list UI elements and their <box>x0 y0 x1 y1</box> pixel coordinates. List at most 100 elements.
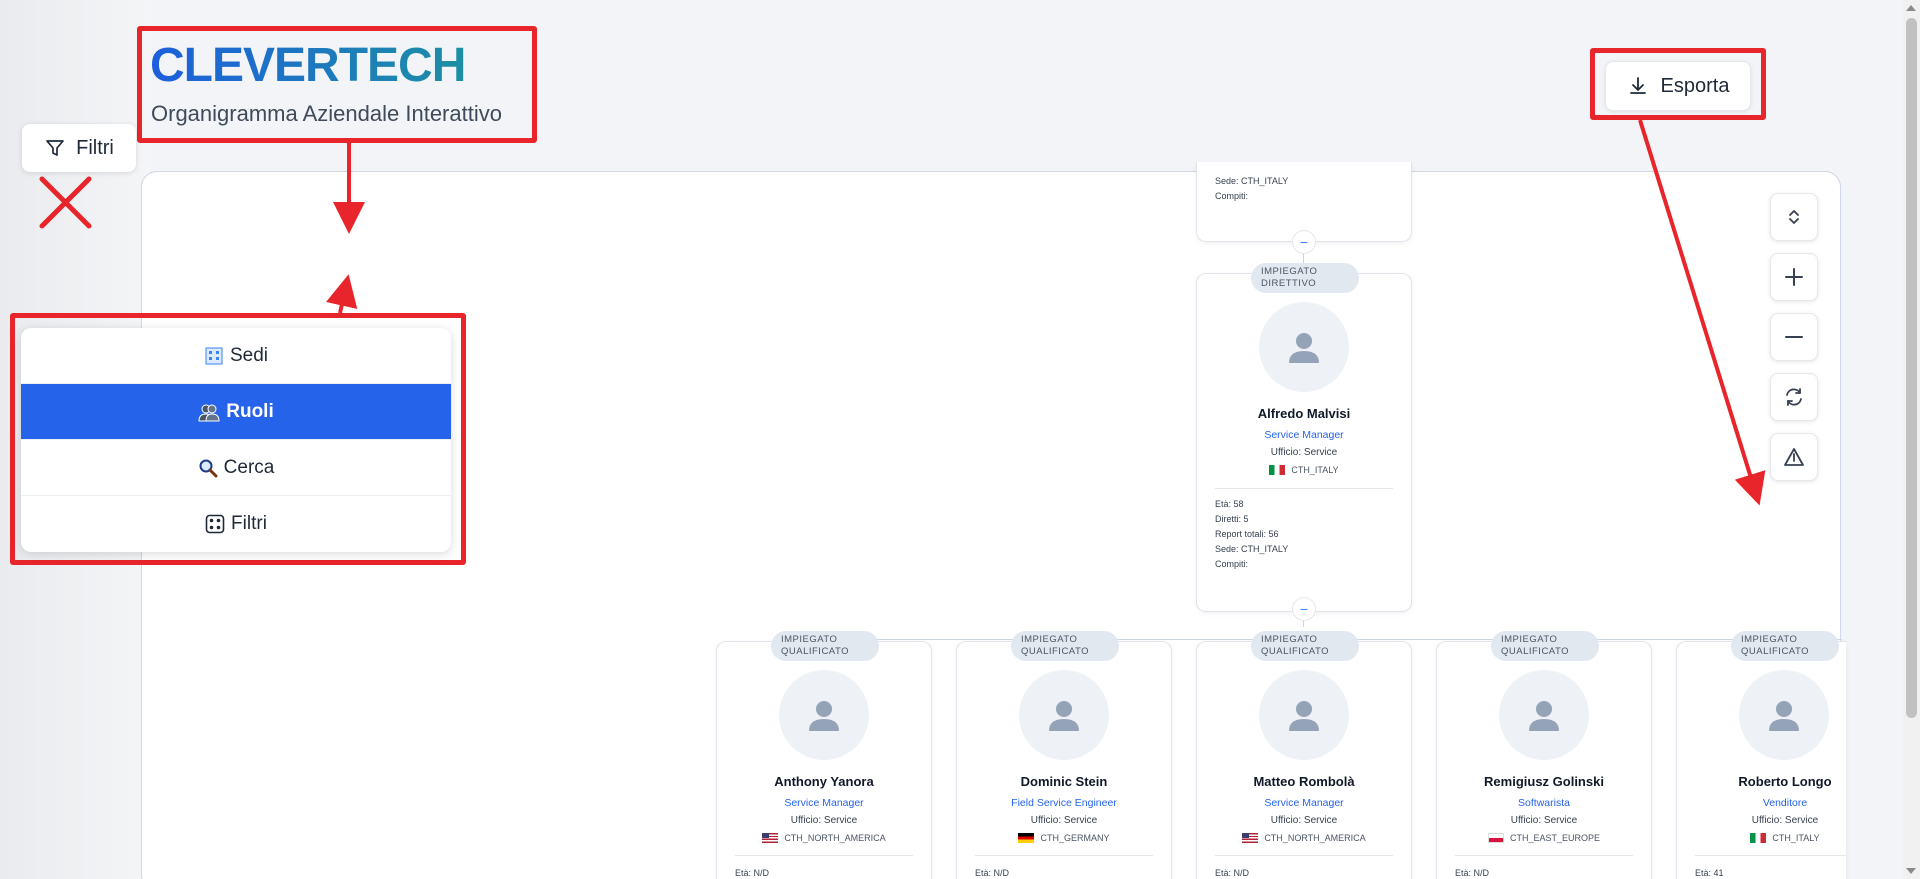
card-divider <box>975 855 1153 856</box>
person-site-label: CTH_NORTH_AMERICA <box>1264 833 1366 843</box>
collapse-toggle-top[interactable]: − <box>1292 230 1316 254</box>
germany-flag-icon <box>1018 833 1035 843</box>
filters-button-label: Filtri <box>76 136 114 159</box>
view-mode-menu: Sedi Ruoli Cerca Filtri <box>21 328 451 552</box>
person-office: Ufficio: Service <box>1751 815 1819 826</box>
orientation-button[interactable] <box>1770 433 1818 481</box>
partial-compiti: Compiti: <box>1215 191 1249 201</box>
detail-age: Età: N/D <box>1455 868 1490 878</box>
partial-sede-label: Sede: <box>1215 176 1239 186</box>
level-badge: IMPIEGATO QUALIFICATO <box>1011 631 1119 661</box>
magnifier-icon <box>199 459 218 477</box>
person-office: Ufficio: Service <box>1030 815 1098 826</box>
scrollbar-thumb[interactable] <box>1906 18 1917 718</box>
person-site: CTH_ITALY <box>1197 465 1411 475</box>
poland-flag-icon <box>1487 833 1504 843</box>
warning-icon <box>1784 448 1804 466</box>
card-divider <box>1215 855 1393 856</box>
avatar-placeholder-icon <box>1259 670 1349 760</box>
menu-item-label: Cerca <box>223 456 275 478</box>
italy-flag-icon <box>1269 465 1286 475</box>
person-details: Età: N/D <box>1455 866 1489 879</box>
person-card-employee[interactable]: IMPIEGATO QUALIFICATO Anthony Yanora Ser… <box>716 631 932 879</box>
menu-item-cerca[interactable]: Cerca <box>21 440 451 496</box>
level-badge: IMPIEGATO QUALIFICATO <box>1251 631 1359 661</box>
zoom-in-button[interactable] <box>1770 253 1818 301</box>
avatar-placeholder-icon <box>1499 670 1589 760</box>
avatar-placeholder-icon <box>1259 302 1349 392</box>
person-card-manager[interactable]: IMPIEGATO DIRETTIVO Alfredo Malvisi Serv… <box>1196 263 1412 612</box>
zoom-out-icon <box>1785 336 1803 338</box>
detail-sede: Sede: CTH_ITALY <box>1215 544 1289 554</box>
person-details: Età: 58 Diretti: 5 Report totali: 56 Sed… <box>1215 497 1288 572</box>
person-name: Alfredo Malvisi <box>1257 406 1351 421</box>
zoom-out-button[interactable] <box>1770 313 1818 361</box>
people-icon <box>198 404 220 421</box>
funnel-icon <box>46 140 64 156</box>
export-button[interactable]: Esporta <box>1605 61 1751 111</box>
us-flag-icon <box>762 833 779 843</box>
us-flag-icon <box>1242 833 1259 843</box>
person-office: Ufficio: Service <box>1270 815 1338 826</box>
scroll-up-icon[interactable] <box>1906 5 1916 11</box>
brand-logo: CLEVERTECH <box>150 39 466 92</box>
person-site: CTH_NORTH_AMERICA <box>717 833 931 843</box>
menu-item-label: Filtri <box>231 513 267 534</box>
dice-icon <box>205 514 225 534</box>
person-office: Ufficio: Service <box>790 815 858 826</box>
building-icon <box>205 347 223 364</box>
person-site: CTH_GERMANY <box>957 833 1171 843</box>
person-name: Dominic Stein <box>1020 774 1108 789</box>
partial-card-details: Sede: CTH_ITALY Compiti: <box>1215 174 1288 204</box>
partial-sede-value: CTH_ITALY <box>1241 176 1289 186</box>
filters-button[interactable]: Filtri <box>22 124 136 172</box>
person-name: Anthony Yanora <box>774 774 874 789</box>
expand-collapse-icon <box>1789 210 1799 224</box>
menu-item-filtri[interactable]: Filtri <box>21 496 451 552</box>
person-site-label: CTH_NORTH_AMERICA <box>784 833 886 843</box>
person-name: Matteo Rombolà <box>1253 774 1355 789</box>
level-badge: IMPIEGATO QUALIFICATO <box>1731 631 1839 661</box>
menu-item-label: Sedi <box>229 344 269 366</box>
person-details: Età: N/D <box>1215 866 1249 879</box>
download-icon <box>1629 77 1646 94</box>
person-card-employee[interactable]: IMPIEGATO QUALIFICATO Remigiusz Golinski… <box>1436 631 1652 879</box>
expand-collapse-button[interactable] <box>1770 193 1818 241</box>
person-role: Softwarista <box>1518 797 1570 809</box>
scroll-down-icon[interactable] <box>1906 868 1916 874</box>
level-badge: IMPIEGATO DIRETTIVO <box>1251 263 1359 293</box>
detail-age: Età: N/D <box>1215 868 1250 878</box>
menu-item-sedi[interactable]: Sedi <box>21 328 451 384</box>
person-site-label: CTH_GERMANY <box>1040 833 1110 843</box>
reset-icon <box>1786 388 1802 406</box>
reset-view-button[interactable] <box>1770 373 1818 421</box>
person-details: Età: 41 <box>1695 866 1724 879</box>
detail-age: Età: 58 <box>1215 499 1244 509</box>
person-card-employee[interactable]: IMPIEGATO QUALIFICATO Dominic Stein Fiel… <box>956 631 1172 879</box>
level-badge: IMPIEGATO QUALIFICATO <box>771 631 879 661</box>
avatar-placeholder-icon <box>1019 670 1109 760</box>
vertical-scrollbar[interactable] <box>1903 0 1920 879</box>
person-details: Età: N/D <box>735 866 769 879</box>
italy-flag-icon <box>1750 833 1767 843</box>
menu-item-ruoli[interactable]: Ruoli <box>21 384 451 440</box>
person-card-employee[interactable]: IMPIEGATO QUALIFICATO Roberto Longo Vend… <box>1676 631 1846 879</box>
detail-age: Età: 41 <box>1695 868 1724 878</box>
card-divider <box>1455 855 1633 856</box>
avatar-placeholder-icon <box>779 670 869 760</box>
person-role: Service Manager <box>1264 429 1344 441</box>
person-role: Venditore <box>1762 797 1808 809</box>
detail-direct: Diretti: 5 <box>1215 514 1249 524</box>
avatar-placeholder-icon <box>1739 670 1829 760</box>
person-site: CTH_ITALY <box>1677 833 1893 843</box>
card-divider <box>735 855 913 856</box>
menu-item-label: Ruoli <box>226 400 274 422</box>
person-site: CTH_EAST_EUROPE <box>1437 833 1651 843</box>
export-button-label: Esporta <box>1660 74 1730 97</box>
person-card-employee[interactable]: IMPIEGATO QUALIFICATO Matteo Rombolà Ser… <box>1196 631 1412 879</box>
person-office: Ufficio: Service <box>1510 815 1578 826</box>
close-x-annotation-icon <box>39 176 92 229</box>
collapse-toggle-manager[interactable]: − <box>1292 597 1316 621</box>
person-site: CTH_NORTH_AMERICA <box>1197 833 1411 843</box>
person-details: Età: N/D <box>975 866 1009 879</box>
